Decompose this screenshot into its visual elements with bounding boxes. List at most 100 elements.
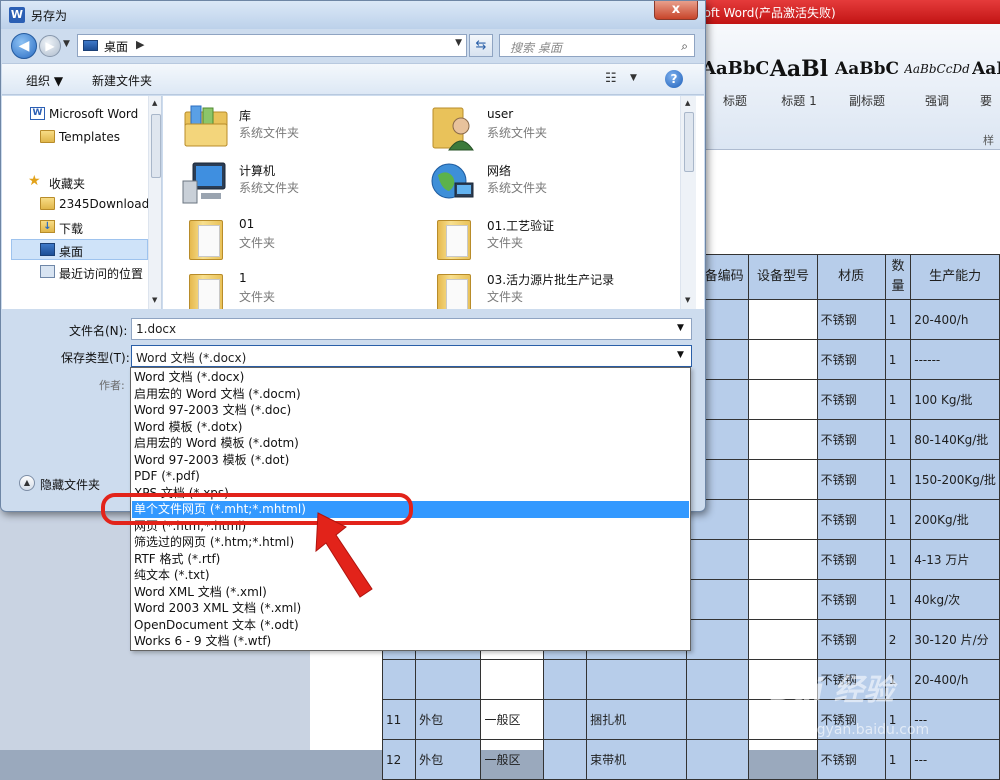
refresh-icon: ⇆ — [475, 38, 487, 53]
filename-input[interactable]: 1.docx — [131, 318, 692, 340]
nav-item-downloads[interactable]: ↓ 下载 — [2, 217, 148, 238]
table-cell: 20-400/h — [910, 659, 1000, 700]
style-subtitle[interactable]: AaBbC 副标题 — [834, 54, 900, 118]
filetype-option[interactable]: Word 2003 XML 文档 (*.xml) — [132, 600, 689, 617]
scroll-down-icon[interactable]: ▼ — [152, 296, 157, 304]
file-item-folder-01-process[interactable]: 01.工艺验证 文件夹 — [429, 212, 669, 264]
nav-item-microsoft-word[interactable]: W Microsoft Word — [2, 104, 148, 125]
table-cell — [685, 659, 750, 700]
file-list: 库 系统文件夹 user 系统文件夹 计算机 系统文件夹 网络 系统文件夹 01… — [163, 96, 704, 309]
filetype-option[interactable]: 筛选过的网页 (*.htm;*.html) — [132, 534, 689, 551]
style-heading-1[interactable]: AaBl 标题 1 — [766, 54, 832, 118]
close-button[interactable]: x — [654, 1, 698, 20]
file-item-user[interactable]: user 系统文件夹 — [429, 102, 669, 154]
scroll-down-icon[interactable]: ▼ — [685, 296, 690, 304]
filetype-option[interactable]: 纯文本 (*.txt) — [132, 567, 689, 584]
table-cell: 1 — [884, 579, 912, 620]
table-cell: 2 — [884, 619, 912, 660]
breadcrumb-separator[interactable]: ▶ — [136, 38, 144, 51]
scroll-up-icon[interactable]: ▲ — [685, 99, 690, 107]
address-bar[interactable]: 桌面 ▶ ▼ — [77, 34, 467, 57]
filetype-option[interactable]: Works 6 - 9 文档 (*.wtf) — [132, 633, 689, 650]
filetype-option[interactable]: 启用宏的 Word 模板 (*.dotm) — [132, 435, 689, 452]
folder-icon — [429, 214, 479, 262]
nav-item-templates[interactable]: Templates — [2, 127, 148, 148]
arrow-left-icon: ◀ — [18, 38, 30, 54]
table-cell: 1 — [884, 339, 912, 380]
table-cell — [748, 539, 818, 580]
file-list-scrollbar[interactable]: ▲ ▼ — [680, 96, 696, 309]
filetype-option[interactable]: 启用宏的 Word 文档 (*.docm) — [132, 386, 689, 403]
scrollbar-thumb[interactable] — [151, 114, 161, 178]
table-cell: 1 — [884, 419, 912, 460]
forward-button[interactable]: ▶ — [39, 35, 61, 57]
word-app-icon: W — [9, 7, 25, 23]
nav-item-2345downloads[interactable]: 2345Downloads — [2, 194, 148, 215]
filetype-option[interactable]: Word 文档 (*.docx) — [132, 369, 689, 386]
view-options-icon[interactable]: ☷ — [605, 71, 617, 86]
desktop-icon — [83, 40, 98, 51]
table-cell — [748, 459, 818, 500]
chevron-down-icon[interactable]: ▼ — [455, 38, 462, 48]
chevron-down-icon[interactable]: ▼ — [630, 73, 637, 83]
table-cell — [542, 739, 588, 780]
scrollbar-thumb[interactable] — [684, 112, 694, 172]
history-dropdown[interactable]: ▼ — [63, 39, 70, 49]
computer-icon — [182, 162, 226, 204]
filetype-option[interactable]: Word 模板 (*.dotx) — [132, 419, 689, 436]
table-cell: 100 Kg/批 — [910, 379, 1000, 420]
back-button[interactable]: ◀ — [11, 33, 37, 59]
scroll-up-icon[interactable]: ▲ — [152, 99, 157, 107]
chevron-up-icon[interactable]: ▲ — [19, 475, 35, 491]
file-item-folder-03[interactable]: 03.活力源片批生产记录 文件夹 — [429, 266, 669, 309]
refresh-button[interactable]: ⇆ — [469, 34, 493, 57]
style-emphasis[interactable]: AaBbCcDd 强调 — [904, 54, 970, 118]
download-icon: ↓ — [40, 220, 55, 233]
file-item-network[interactable]: 网络 系统文件夹 — [429, 157, 669, 209]
nav-item-favorites[interactable]: ★ 收藏夹 — [2, 172, 148, 193]
word-icon: W — [30, 107, 45, 120]
filetype-select[interactable]: Word 文档 (*.docx) — [131, 345, 692, 367]
file-item-folder-1[interactable]: 1 文件夹 — [181, 266, 421, 309]
filetype-option[interactable]: OpenDocument 文本 (*.odt) — [132, 617, 689, 634]
table-cell — [748, 419, 818, 460]
table-cell: 不锈钢 — [816, 459, 886, 500]
table-cell — [748, 499, 818, 540]
search-input[interactable]: 搜索 桌面 ⌕ — [499, 34, 695, 57]
table-cell: ------ — [910, 339, 1000, 380]
table-cell: 束带机 — [586, 739, 687, 780]
file-item-library[interactable]: 库 系统文件夹 — [181, 102, 421, 154]
nav-item-desktop[interactable]: 桌面 — [11, 239, 148, 260]
chevron-down-icon[interactable]: ▼ — [677, 350, 684, 360]
table-header-cell: 材质 — [816, 254, 886, 300]
help-icon[interactable]: ? — [665, 70, 683, 88]
address-location[interactable]: 桌面 — [104, 38, 128, 55]
table-cell — [685, 619, 750, 660]
style-heading[interactable]: AaBbC 标题 — [702, 54, 768, 118]
new-folder-button[interactable]: 新建文件夹 — [92, 72, 152, 89]
filename-label: 文件名(N): — [69, 324, 128, 338]
chevron-down-icon[interactable]: ▼ — [677, 323, 684, 333]
file-item-folder-01[interactable]: 01 文件夹 — [181, 212, 421, 264]
filetype-option[interactable]: Word XML 文档 (*.xml) — [132, 584, 689, 601]
style-strong[interactable]: AaBb 要 — [972, 54, 1000, 118]
table-cell: 1 — [884, 459, 912, 500]
table-cell: 1 — [884, 299, 912, 340]
filetype-option[interactable]: RTF 格式 (*.rtf) — [132, 551, 689, 568]
table-header-cell: 生产能力 — [910, 254, 1000, 300]
table-cell: 1 — [884, 739, 912, 780]
word-title: osoft Word(产品激活失败) — [690, 6, 836, 20]
table-cell: 11 — [381, 699, 417, 740]
table-cell — [685, 579, 750, 620]
hide-folders-button[interactable]: 隐藏文件夹 — [40, 476, 100, 493]
table-cell: 不锈钢 — [816, 579, 886, 620]
recent-places-icon — [40, 265, 55, 278]
nav-item-recent-places[interactable]: 最近访问的位置 — [2, 262, 148, 283]
file-item-computer[interactable]: 计算机 系统文件夹 — [181, 157, 421, 209]
filetype-option[interactable]: Word 97-2003 文档 (*.doc) — [132, 402, 689, 419]
nav-pane-scrollbar[interactable]: ▲ ▼ — [148, 96, 161, 309]
filetype-option[interactable]: PDF (*.pdf) — [132, 468, 689, 485]
filetype-option[interactable]: Word 97-2003 模板 (*.dot) — [132, 452, 689, 469]
table-cell: 20-400/h — [910, 299, 1000, 340]
organize-button[interactable]: 组织 ▼ — [26, 72, 63, 89]
